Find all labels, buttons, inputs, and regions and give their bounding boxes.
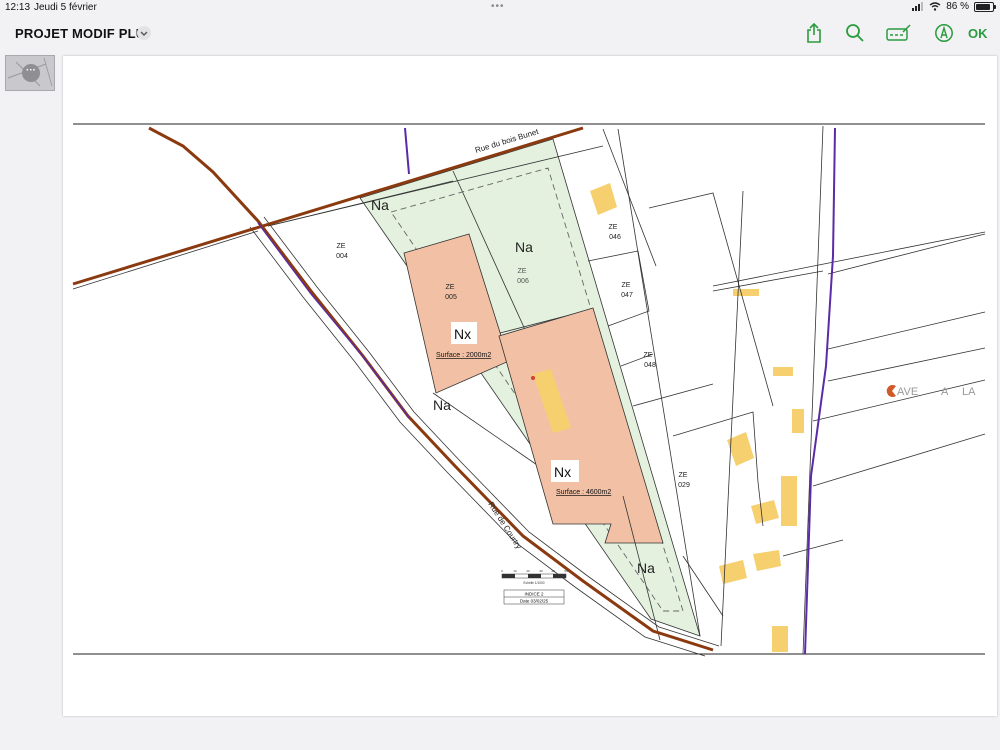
document-title[interactable]: PROJET MODIF PLU [15, 26, 145, 41]
surface-label: Surface : 2000m2 [436, 352, 491, 359]
parcel-prefix: ZE [644, 352, 653, 359]
status-indicators: 86 % [912, 1, 996, 12]
parcel-number: 047 [621, 292, 633, 299]
zone-label-na: Na [371, 197, 389, 213]
building [753, 550, 781, 571]
more-options-icon[interactable]: ··· [22, 64, 40, 82]
zone-label-nx: Nx [554, 464, 571, 480]
status-time: 12:13 [5, 2, 31, 13]
cartouche: 0 10 20 30 40 50 Echelle 1/1000 INDICE 2… [501, 569, 568, 605]
markup-icon[interactable] [934, 22, 954, 44]
battery-icon [974, 1, 996, 12]
plu-map: Rue du bois Bunet Rue de Courtry Na Na N… [72, 123, 986, 657]
zone-label-na: Na [433, 397, 451, 413]
parcel-prefix: ZE [446, 284, 455, 291]
surface-label: Surface : 4600m2 [556, 489, 611, 496]
parcel-number: 006 [517, 278, 529, 285]
parcel-prefix: ZE [518, 268, 527, 275]
watermark-text: LA [962, 386, 976, 398]
road-label-south: Rue de Courtry [486, 500, 523, 550]
share-icon[interactable] [805, 22, 823, 44]
parcel-number: 004 [336, 253, 348, 260]
boundary-line [257, 222, 411, 420]
battery-percent: 86 % [946, 1, 969, 12]
wifi-icon [929, 2, 941, 11]
scale-tick: 10 [513, 569, 517, 573]
zone-label-nx: Nx [454, 326, 471, 342]
chevron-down-icon[interactable] [137, 26, 151, 40]
parcel-prefix: ZE [609, 224, 618, 231]
zone-label-na: Na [637, 560, 655, 576]
parcel-prefix: ZE [337, 243, 346, 250]
parcel-prefix: ZE [679, 472, 688, 479]
search-icon[interactable] [845, 22, 865, 44]
building [719, 560, 747, 584]
cellular-signal-icon [912, 2, 924, 11]
scale-tick: 20 [526, 569, 530, 573]
marker-point [531, 376, 535, 380]
watermark-text: A [941, 386, 949, 398]
parcel-number: 048 [644, 362, 656, 369]
scale-caption: Echelle 1/1000 [523, 581, 544, 585]
multitasking-dots-icon[interactable]: ••• [491, 1, 505, 12]
cartouche-indice: INDICE 2 [524, 592, 544, 597]
scale-tick: 0 [501, 569, 503, 573]
building [590, 183, 617, 215]
status-bar: 12:13 Jeudi 5 février ••• 86 % [0, 0, 1000, 16]
scale-tick: 50 [564, 569, 568, 573]
parcel-number: 029 [678, 482, 690, 489]
building [751, 500, 779, 524]
zone-label-na: Na [515, 239, 533, 255]
document-page: Rue du bois Bunet Rue de Courtry Na Na N… [63, 56, 997, 716]
parcel-number: 005 [445, 294, 457, 301]
building [772, 626, 788, 652]
thumbnail-sidebar: ··· [0, 50, 60, 750]
boundary-line [404, 127, 410, 175]
page-thumbnail[interactable]: ··· [5, 55, 55, 91]
status-date: Jeudi 5 février [34, 2, 97, 13]
road-edge [72, 230, 259, 290]
ok-button[interactable]: OK [968, 26, 988, 41]
watermark-logo-icon [886, 385, 896, 397]
signature-icon[interactable] [886, 22, 912, 44]
toolbar: PROJET MODIF PLU OK [0, 16, 1000, 50]
cartouche-date: Date 03/02/25 [520, 599, 549, 604]
scale-tick: 40 [551, 569, 555, 573]
building [733, 289, 759, 296]
building [781, 476, 797, 526]
watermark-text: AVE [897, 386, 918, 398]
building [792, 409, 804, 433]
parcel-number: 046 [609, 234, 621, 241]
building [773, 367, 793, 376]
scale-tick: 30 [539, 569, 543, 573]
parcel-prefix: ZE [622, 282, 631, 289]
